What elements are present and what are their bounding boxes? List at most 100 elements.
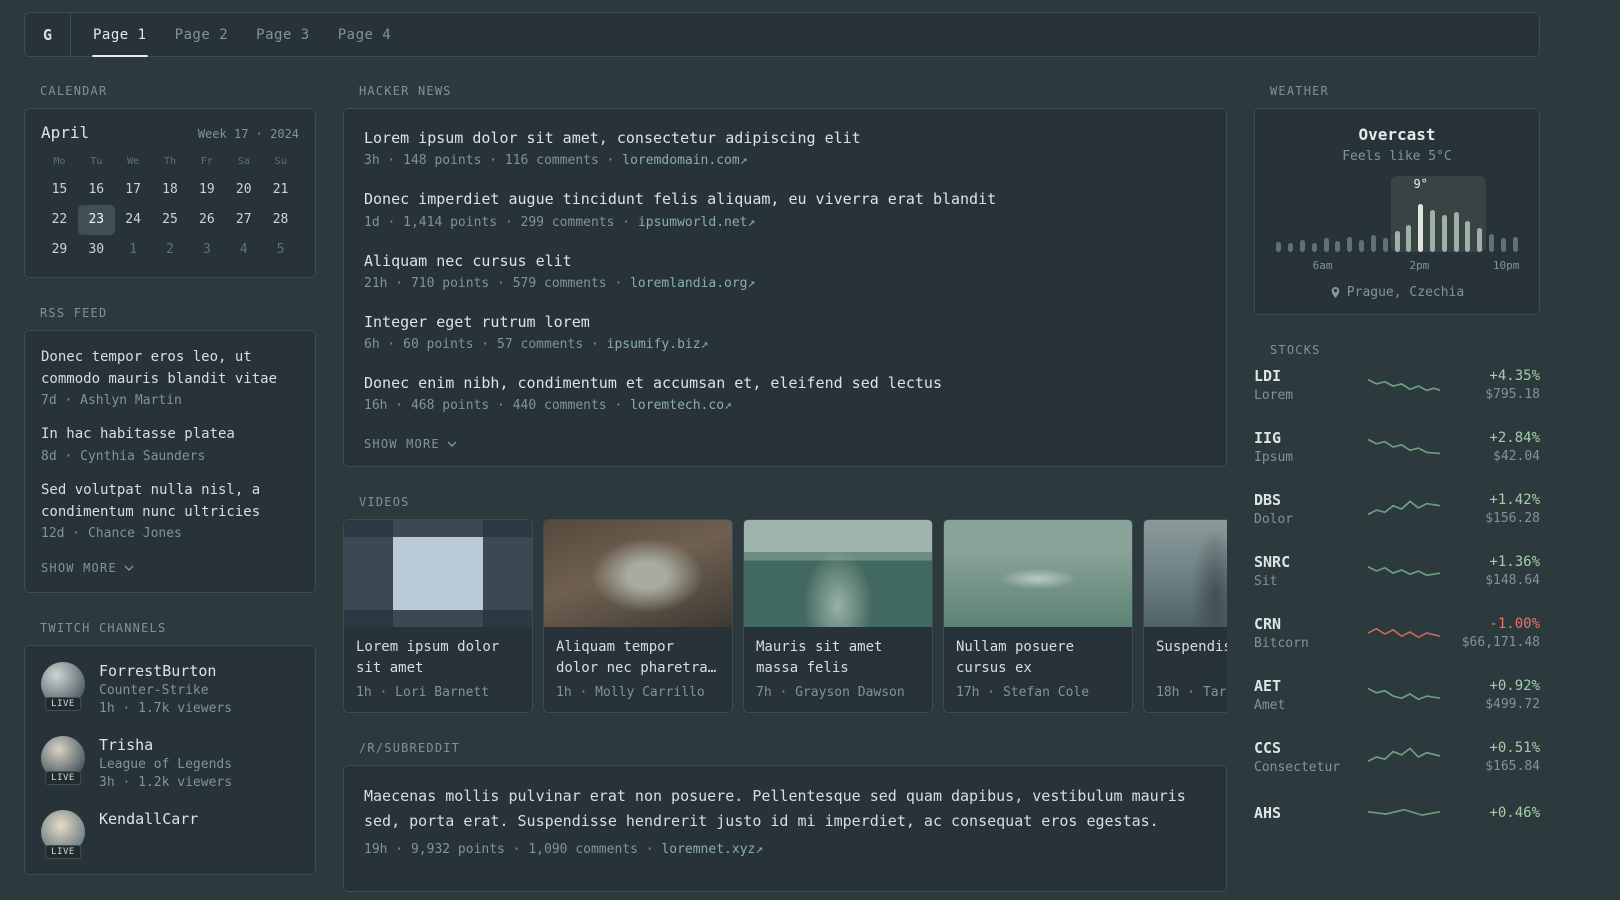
chevron-down-icon [124, 565, 134, 572]
stock-name: Sit [1254, 574, 1278, 589]
stock-name: Dolor [1254, 512, 1294, 527]
hackernews-item-link[interactable]: loremdomain.com [622, 153, 739, 168]
stock-symbol: SNRC [1254, 553, 1291, 571]
video-thumbnail[interactable] [1144, 520, 1227, 628]
subreddit-item-title[interactable]: Maecenas mollis pulvinar erat non posuer… [364, 784, 1206, 834]
stock-identity: LDI Lorem [1254, 367, 1368, 403]
stock-row[interactable]: IIG Ipsum +2.84% $42.04 [1254, 429, 1540, 465]
page-tab-label: Page 2 [174, 26, 229, 43]
hackernews-item-title[interactable]: Integer eget rutrum lorem [364, 311, 1206, 334]
page-tab[interactable]: Page 2 [161, 13, 243, 56]
stock-sparkline [1368, 801, 1440, 827]
stock-price: $165.84 [1485, 759, 1540, 774]
hackernews-item-title[interactable]: Lorem ipsum dolor sit amet, consectetur … [364, 127, 1206, 150]
hackernews-list: Lorem ipsum dolor sit amet, consectetur … [364, 127, 1206, 413]
stock-name: Amet [1254, 698, 1286, 713]
stock-row[interactable]: AHS +0.46% [1254, 801, 1540, 827]
video-title[interactable]: Mauris sit amet massa felis [756, 637, 920, 679]
hackernews-item: Integer eget rutrum lorem 6h · 60 points… [364, 311, 1206, 352]
twitch-channel-row[interactable]: LIVE Trisha League of Legends 3h · 1.2k … [41, 736, 299, 790]
video-thumbnail[interactable] [544, 520, 732, 628]
stock-price: $795.18 [1485, 387, 1540, 402]
rss-item-title[interactable]: Donec tempor eros leo, ut commodo mauris… [41, 347, 299, 390]
stock-row[interactable]: CRN Bitcorn -1.00% $66,171.48 [1254, 615, 1540, 651]
dashboard: CALENDAR April Week 17 · 2024 Mo Tu We Th Fr… [0, 57, 1620, 900]
calendar-day: 3 [202, 242, 211, 257]
video-title[interactable]: Suspendisse diam [1156, 637, 1227, 679]
video-thumbnail[interactable] [944, 520, 1132, 628]
weather-temperature-bar [1500, 238, 1506, 252]
stock-name: Ipsum [1254, 450, 1294, 465]
rss-item-meta: 7d · Ashlyn Martin [41, 393, 182, 409]
hackernews-item-link[interactable]: ipsumworld.net [638, 215, 748, 230]
stock-symbol: CCS [1254, 739, 1282, 757]
stock-sparkline [1368, 682, 1440, 708]
page-tab[interactable]: Page 4 [324, 13, 406, 56]
channel-name[interactable]: KendallCarr [99, 810, 198, 828]
channel-name[interactable]: Trisha [99, 736, 232, 754]
stock-row[interactable]: LDI Lorem +4.35% $795.18 [1254, 367, 1540, 403]
video-thumbnail[interactable] [744, 520, 932, 628]
subreddit-widget: /R/SUBREDDIT Maecenas mollis pulvinar er… [343, 741, 1227, 892]
video-title[interactable]: Nullam posuere cursus ex [956, 637, 1120, 679]
rss-card: Donec tempor eros leo, ut commodo mauris… [24, 330, 316, 594]
video-card[interactable]: Aliquam tempor dolor nec pharetra… 1h · … [543, 519, 733, 714]
hackernews-item-link[interactable]: ipsumify.biz [607, 337, 701, 352]
page-tab[interactable]: Page 1 [79, 13, 161, 57]
subreddit-card: Maecenas mollis pulvinar erat non posuer… [343, 765, 1227, 892]
hackernews-item-link[interactable]: loremlandia.org [630, 276, 747, 291]
hackernews-show-more-label: SHOW MORE [364, 437, 440, 452]
video-card-body: Aliquam tempor dolor nec pharetra… 1h · … [544, 627, 732, 712]
hackernews-widget-title: HACKER NEWS [359, 84, 452, 98]
calendar-day: 2 [166, 242, 174, 257]
stock-sparkline [1368, 620, 1440, 646]
stock-identity: SNRC Sit [1254, 553, 1368, 589]
video-card-row: Lorem ipsum dolor sit amet consectetu… 1… [343, 519, 1227, 714]
calendar-day-grid: 15 16 17 18 19 20 21 22 23 24 25 26 27 28 29 30 1 2 3 4 5 [41, 175, 299, 265]
weather-time-label: 10pm [1492, 259, 1520, 272]
video-card[interactable]: Suspendisse diam 18h · Tara [1143, 519, 1227, 714]
video-card[interactable]: Nullam posuere cursus ex 17h · Stefan Co… [943, 519, 1133, 714]
calendar-day: 24 [125, 212, 141, 227]
stock-row[interactable]: SNRC Sit +1.36% $148.64 [1254, 553, 1540, 589]
weather-location-row[interactable]: Prague, Czechia [1273, 285, 1521, 300]
stock-row[interactable]: AET Amet +0.92% $499.72 [1254, 677, 1540, 713]
weather-temperature-bar [1406, 225, 1412, 252]
rss-item-title[interactable]: Sed volutpat nulla nisl, a condimentum n… [41, 480, 299, 523]
page-tab[interactable]: Page 3 [242, 13, 324, 56]
channel-game[interactable]: Counter-Strike [99, 683, 232, 698]
weather-bar-column [1438, 176, 1451, 252]
hackernews-item-title[interactable]: Aliquam nec cursus elit [364, 250, 1206, 273]
app-logo[interactable]: G [25, 13, 71, 56]
hackernews-item-title[interactable]: Donec enim nibh, condimentum et accumsan… [364, 372, 1206, 395]
rss-show-more-button[interactable]: SHOW MORE [41, 561, 134, 575]
stock-sparkline-path [1368, 438, 1440, 455]
video-thumbnail[interactable] [344, 520, 532, 628]
stock-change-percent: +1.36% [1489, 554, 1540, 570]
hackernews-item-link[interactable]: loremtech.co [630, 398, 724, 413]
stock-row[interactable]: CCS Consectetur +0.51% $165.84 [1254, 739, 1540, 775]
hackernews-item-title[interactable]: Donec imperdiet augue tincidunt felis al… [364, 188, 1206, 211]
video-title[interactable]: Lorem ipsum dolor sit amet consectetu… [356, 637, 520, 679]
stock-row[interactable]: DBS Dolor +1.42% $156.28 [1254, 491, 1540, 527]
channel-name[interactable]: ForrestBurton [99, 662, 232, 680]
hackernews-show-more-button[interactable]: SHOW MORE [364, 437, 457, 451]
stock-values: +0.46% [1440, 805, 1540, 824]
weather-bar-column [1285, 176, 1297, 252]
weather-bar-column [1308, 176, 1320, 252]
subreddit-item-link[interactable]: loremnet.xyz [661, 842, 755, 857]
external-link-icon: ↗ [724, 398, 732, 414]
twitch-channel-row[interactable]: LIVE ForrestBurton Counter-Strike 1h · 1… [41, 662, 299, 716]
weather-bar-column [1486, 176, 1498, 252]
rss-item-title[interactable]: In hac habitasse platea [41, 424, 299, 446]
weather-bar-column [1273, 176, 1285, 252]
weather-temperature-bar [1311, 243, 1317, 252]
video-title[interactable]: Aliquam tempor dolor nec pharetra… [556, 637, 720, 679]
twitch-channel-row[interactable]: LIVE KendallCarr [41, 810, 299, 860]
subreddit-list: Maecenas mollis pulvinar erat non posuer… [364, 784, 1206, 857]
video-card[interactable]: Mauris sit amet massa felis 7h · Grayson… [743, 519, 933, 714]
calendar-weekday: Tu [90, 156, 103, 167]
calendar-month: April [41, 123, 90, 142]
video-card[interactable]: Lorem ipsum dolor sit amet consectetu… 1… [343, 519, 533, 714]
channel-game[interactable]: League of Legends [99, 757, 232, 772]
